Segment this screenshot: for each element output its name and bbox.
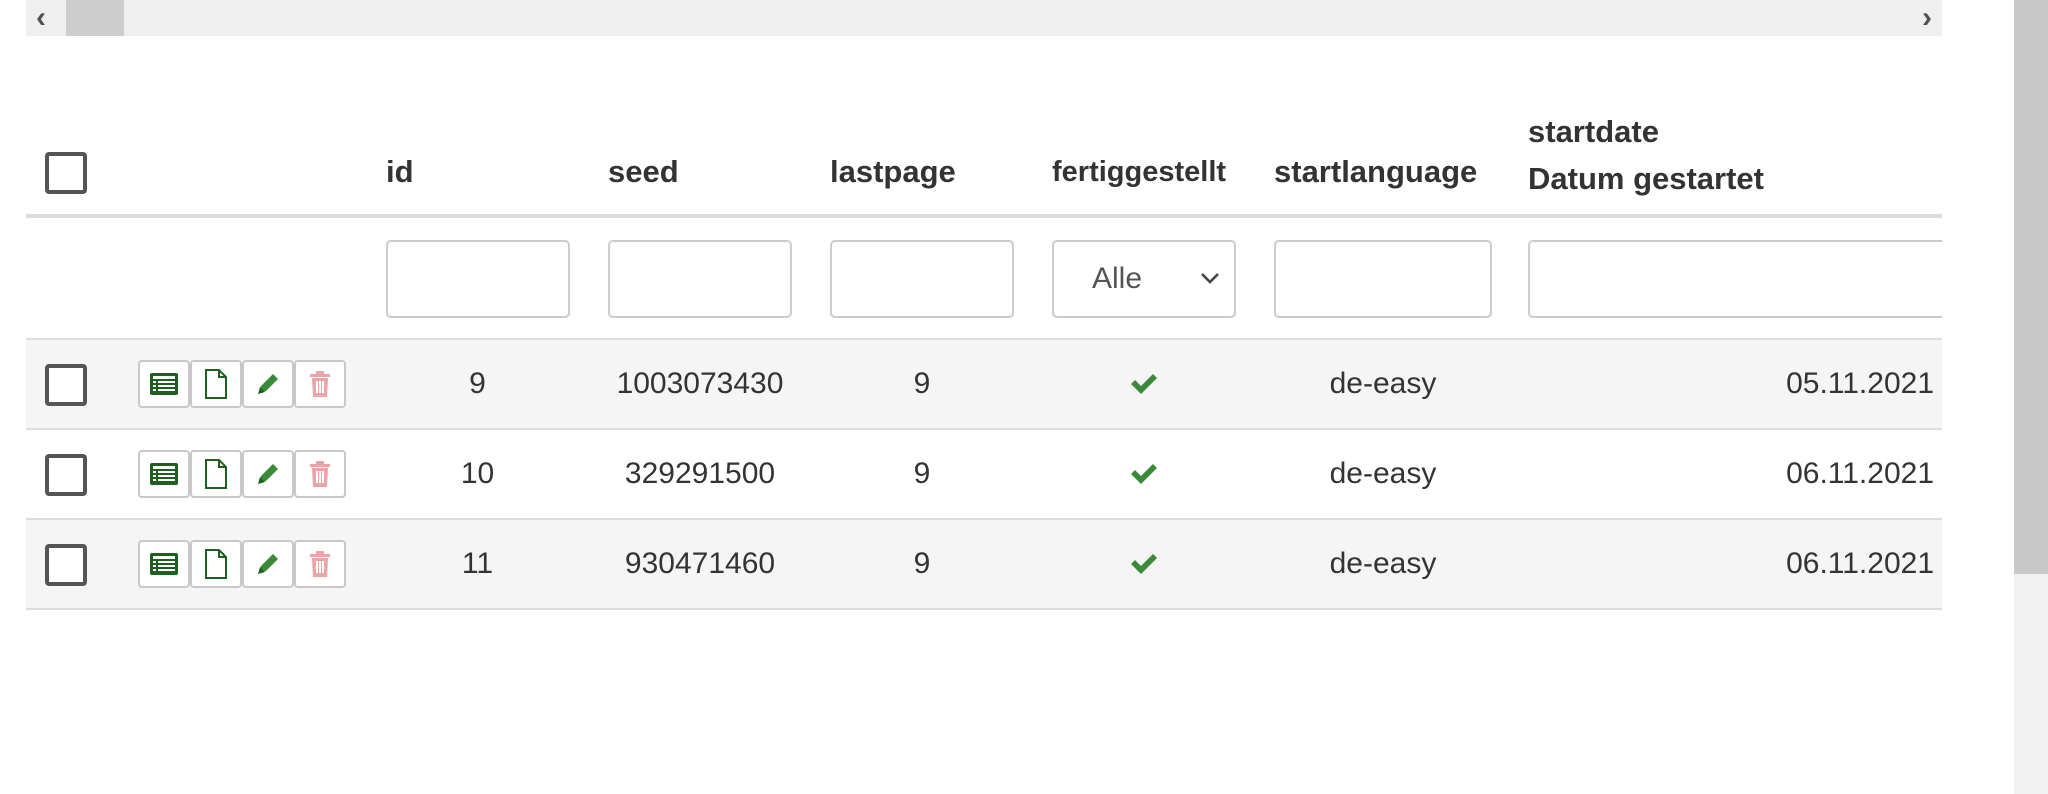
filter-fertiggestellt-value: Alle	[1092, 262, 1143, 295]
pencil-icon	[258, 374, 278, 394]
view-button[interactable]	[138, 360, 190, 408]
trash-icon	[310, 461, 330, 487]
cell-startlanguage: de-easy	[1329, 367, 1437, 400]
scroll-left-arrow-icon[interactable]: ‹	[26, 0, 56, 36]
view-button[interactable]	[138, 450, 190, 498]
cell-seed: 930471460	[624, 547, 776, 580]
row-actions	[138, 540, 346, 588]
document-icon	[205, 369, 227, 399]
cell-seed: 1003073430	[616, 367, 784, 400]
check-icon	[1131, 554, 1157, 574]
cell-fertiggestellt	[1052, 520, 1236, 608]
cell-startdate: 06.11.2021	[1786, 547, 1934, 580]
cell-seed: 329291500	[624, 457, 776, 490]
column-header-id[interactable]: id	[386, 154, 414, 190]
cell-fertiggestellt	[1052, 430, 1236, 518]
list-view-icon	[150, 553, 178, 575]
row-select-checkbox[interactable]	[45, 544, 87, 586]
edit-button[interactable]	[242, 360, 294, 408]
row-select-checkbox[interactable]	[45, 454, 87, 496]
row-select-checkbox[interactable]	[45, 364, 87, 406]
cell-lastpage: 9	[913, 367, 931, 400]
cell-startlanguage: de-easy	[1329, 457, 1437, 490]
column-header-startdate-label: Datum gestartet	[1528, 161, 1764, 196]
filter-lastpage-input[interactable]	[830, 240, 1014, 318]
edit-button[interactable]	[242, 450, 294, 498]
filter-id-input[interactable]	[386, 240, 570, 318]
list-view-icon	[150, 373, 178, 395]
document-icon	[205, 459, 227, 489]
select-all-checkbox[interactable]	[45, 152, 87, 194]
row-actions	[138, 360, 346, 408]
table-header-row: id seed lastpage fertiggestellt startlan…	[26, 36, 1942, 218]
cell-startlanguage: de-easy	[1329, 547, 1437, 580]
delete-button[interactable]	[294, 540, 346, 588]
scroll-right-arrow-icon[interactable]: ›	[1912, 0, 1942, 36]
list-view-icon	[150, 463, 178, 485]
filter-row: Alle	[26, 218, 1942, 340]
delete-button[interactable]	[294, 360, 346, 408]
cell-startdate: 06.11.2021	[1786, 457, 1934, 490]
table-row: 11 930471460 9 de-easy 06.11.2021	[26, 520, 1942, 610]
cell-id: 11	[461, 547, 494, 580]
vertical-scrollbar[interactable]	[2014, 0, 2048, 794]
table-row: 9 1003073430 9 de-easy 05.11.2021	[26, 340, 1942, 430]
horizontal-scroll-thumb[interactable]	[66, 0, 124, 36]
column-header-startdate-code: startdate	[1528, 114, 1659, 149]
horizontal-scrollbar[interactable]: ‹ ›	[26, 0, 1942, 36]
filter-startdate-input[interactable]	[1528, 240, 1942, 318]
filter-seed-input[interactable]	[608, 240, 792, 318]
row-actions	[138, 450, 346, 498]
details-button[interactable]	[190, 450, 242, 498]
filter-startlanguage-input[interactable]	[1274, 240, 1492, 318]
document-icon	[205, 549, 227, 579]
trash-icon	[310, 551, 330, 577]
responses-table: id seed lastpage fertiggestellt startlan…	[26, 36, 1942, 616]
delete-button[interactable]	[294, 450, 346, 498]
details-button[interactable]	[190, 540, 242, 588]
trash-icon	[310, 371, 330, 397]
filter-fertiggestellt-select[interactable]: Alle	[1052, 240, 1236, 318]
details-button[interactable]	[190, 360, 242, 408]
cell-fertiggestellt	[1052, 340, 1236, 428]
column-header-startdate[interactable]: startdate Datum gestartet	[1528, 108, 1764, 202]
check-icon	[1131, 374, 1157, 394]
cell-startdate: 05.11.2021	[1786, 367, 1934, 400]
check-icon	[1131, 464, 1157, 484]
cell-id: 10	[460, 457, 495, 490]
chevron-down-icon	[1201, 273, 1219, 284]
edit-button[interactable]	[242, 540, 294, 588]
pencil-icon	[258, 554, 278, 574]
column-header-lastpage[interactable]: lastpage	[830, 154, 956, 190]
column-header-seed[interactable]: seed	[608, 154, 679, 190]
column-header-startlanguage[interactable]: startlanguage	[1274, 154, 1477, 190]
column-header-fertiggestellt[interactable]: fertiggestellt	[1052, 156, 1226, 189]
vertical-scroll-thumb[interactable]	[2014, 0, 2048, 574]
view-button[interactable]	[138, 540, 190, 588]
cell-lastpage: 9	[913, 457, 931, 490]
cell-lastpage: 9	[913, 547, 931, 580]
pencil-icon	[258, 464, 278, 484]
cell-id: 9	[469, 367, 486, 400]
table-row: 10 329291500 9 de-easy 06.11.2021	[26, 430, 1942, 520]
